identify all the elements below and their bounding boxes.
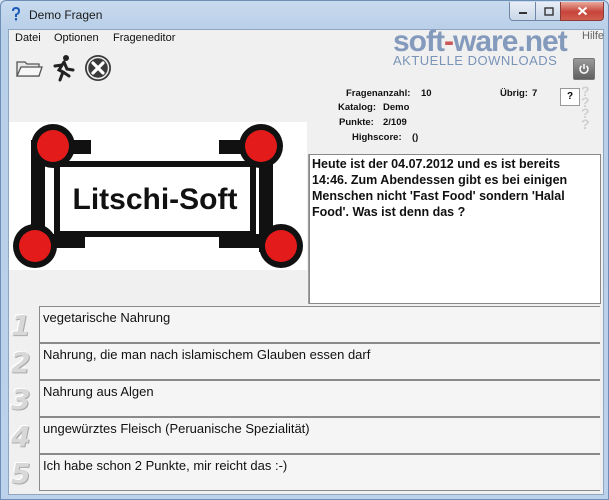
- power-button[interactable]: [573, 58, 595, 80]
- close-circle-icon[interactable]: [84, 54, 112, 82]
- folder-open-icon[interactable]: [15, 54, 43, 82]
- answer-text: Nahrung, die man nach islamischem Glaube…: [43, 347, 371, 362]
- menu-optionen[interactable]: Optionen: [54, 32, 99, 44]
- uebrig-value: 7: [532, 88, 538, 99]
- punkte-value: 2/109: [383, 117, 407, 128]
- katalog-value: Demo: [383, 102, 410, 113]
- window-title: Demo Fragen: [29, 8, 103, 22]
- answer-text: Nahrung aus Algen: [43, 384, 154, 399]
- answer-number: 2: [11, 346, 31, 379]
- menu-frageneditor[interactable]: Frageneditor: [113, 32, 175, 44]
- litschi-soft-logo: Litschi-Soft: [13, 124, 303, 268]
- answer-row-5[interactable]: 5 Ich habe schon 2 Punkte, mir reicht da…: [9, 453, 603, 491]
- close-window-button[interactable]: [560, 2, 604, 21]
- minimize-button[interactable]: [509, 2, 537, 21]
- menu-hilfe[interactable]: Hilfe: [582, 30, 604, 42]
- answer-text: ungewürztes Fleisch (Peruanische Spezial…: [43, 421, 310, 436]
- answer-number: 5: [11, 457, 31, 490]
- answer-box[interactable]: Nahrung aus Algen: [39, 380, 600, 417]
- question-marks-decoration: ????: [581, 83, 590, 132]
- answer-row-3[interactable]: 3 Nahrung aus Algen: [9, 379, 603, 417]
- answer-row-2[interactable]: 2 Nahrung, die man nach islamischem Glau…: [9, 342, 603, 380]
- question-text: Heute ist der 04.07.2012 und es ist bere…: [312, 157, 568, 219]
- answer-box[interactable]: ungewürztes Fleisch (Peruanische Spezial…: [39, 417, 600, 454]
- answer-row-4[interactable]: 4 ungewürztes Fleisch (Peruanische Spezi…: [9, 416, 603, 454]
- fragenanzahl-value: 10: [421, 88, 432, 99]
- answer-box[interactable]: Ich habe schon 2 Punkte, mir reicht das …: [39, 454, 600, 491]
- running-man-icon[interactable]: [49, 54, 77, 82]
- watermark-subtitle: AKTUELLE DOWNLOADS: [393, 53, 558, 68]
- answer-box[interactable]: vegetarische Nahrung: [39, 306, 600, 343]
- answer-number: 1: [11, 309, 31, 342]
- maximize-icon: [543, 6, 554, 16]
- client-area: Datei Optionen Frageneditor Hilfe soft-w…: [8, 25, 604, 495]
- logo-panel: Litschi-Soft: [9, 122, 307, 270]
- highscore-value: (): [412, 132, 419, 143]
- minimize-icon: [519, 12, 527, 14]
- question-app-icon: [12, 7, 20, 21]
- punkte-label: Punkte:: [339, 117, 374, 128]
- maximize-button[interactable]: [535, 2, 562, 21]
- close-icon: [577, 6, 587, 16]
- uebrig-label: Übrig:: [500, 88, 528, 99]
- answer-text: vegetarische Nahrung: [43, 310, 171, 325]
- answer-box[interactable]: Nahrung, die man nach islamischem Glaube…: [39, 343, 600, 380]
- fragenanzahl-label: Fragenanzahl:: [346, 88, 411, 99]
- help-button[interactable]: ?: [560, 88, 580, 106]
- highscore-label: Highscore:: [352, 132, 402, 143]
- answer-text: Ich habe schon 2 Punkte, mir reicht das …: [43, 458, 288, 473]
- answer-number: 4: [11, 420, 31, 453]
- answer-number: 3: [11, 383, 31, 416]
- question-box: Heute ist der 04.07.2012 und es ist bere…: [309, 154, 601, 304]
- power-icon: [579, 64, 589, 74]
- logo-text: Litschi-Soft: [73, 183, 238, 216]
- katalog-label: Katalog:: [338, 102, 376, 113]
- answer-row-1[interactable]: 1 vegetarische Nahrung: [9, 305, 603, 343]
- app-window: Demo Fragen Datei Optionen Frageneditor …: [0, 0, 609, 500]
- menu-datei[interactable]: Datei: [15, 32, 41, 44]
